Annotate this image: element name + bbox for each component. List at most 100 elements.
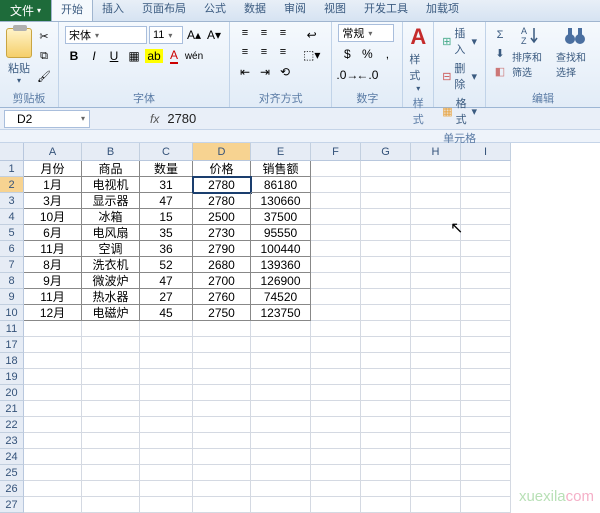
cell-H10[interactable] (411, 305, 461, 321)
cell-C9[interactable]: 27 (140, 289, 193, 305)
row-header[interactable]: 25 (0, 465, 24, 481)
cell-A7[interactable]: 8月 (24, 257, 82, 273)
cell-D19[interactable] (193, 369, 251, 385)
cell-A20[interactable] (24, 385, 82, 401)
column-header-A[interactable]: A (24, 143, 82, 161)
cell-A25[interactable] (24, 465, 82, 481)
clear-icon[interactable]: ◧ (492, 63, 508, 79)
increase-font-icon[interactable]: A▴ (185, 26, 203, 44)
cell-E3[interactable]: 130660 (251, 193, 311, 209)
cell-D25[interactable] (193, 465, 251, 481)
cell-D9[interactable]: 2760 (193, 289, 251, 305)
phonetic-button[interactable]: wén (185, 47, 203, 65)
cell-E20[interactable] (251, 385, 311, 401)
cell-D21[interactable] (193, 401, 251, 417)
cell-H3[interactable] (411, 193, 461, 209)
cell-A18[interactable] (24, 353, 82, 369)
cell-E27[interactable] (251, 497, 311, 513)
cell-I21[interactable] (461, 401, 511, 417)
paste-button[interactable]: 粘贴 ▾ (6, 24, 32, 85)
wrap-text-button[interactable]: ↩ (298, 26, 325, 44)
cell-F23[interactable] (311, 433, 361, 449)
cell-B20[interactable] (82, 385, 140, 401)
cell-D11[interactable] (193, 321, 251, 337)
cell-E26[interactable] (251, 481, 311, 497)
row-header[interactable]: 24 (0, 449, 24, 465)
currency-icon[interactable]: $ (338, 45, 356, 63)
cell-I22[interactable] (461, 417, 511, 433)
align-right-icon[interactable]: ≡ (274, 43, 292, 61)
cell-C19[interactable] (140, 369, 193, 385)
cell-H21[interactable] (411, 401, 461, 417)
cell-H18[interactable] (411, 353, 461, 369)
cell-C8[interactable]: 47 (140, 273, 193, 289)
cell-C22[interactable] (140, 417, 193, 433)
cell-H5[interactable] (411, 225, 461, 241)
cell-H11[interactable] (411, 321, 461, 337)
copy-icon[interactable]: ⧉ (36, 48, 52, 64)
autosum-icon[interactable]: Σ (492, 27, 508, 43)
cell-I27[interactable] (461, 497, 511, 513)
orientation-icon[interactable]: ⟲ (276, 63, 294, 81)
row-header[interactable]: 11 (0, 321, 24, 337)
decrease-indent-icon[interactable]: ⇤ (236, 63, 254, 81)
cell-A22[interactable] (24, 417, 82, 433)
fill-color-button[interactable]: ab (145, 47, 163, 65)
cell-A17[interactable] (24, 337, 82, 353)
border-button[interactable]: ▦ (125, 47, 143, 65)
cell-G24[interactable] (361, 449, 411, 465)
font-size-combo[interactable]: 11▾ (149, 26, 183, 44)
cell-H6[interactable] (411, 241, 461, 257)
cell-B4[interactable]: 冰箱 (82, 209, 140, 225)
cell-H8[interactable] (411, 273, 461, 289)
cell-F18[interactable] (311, 353, 361, 369)
tab-审阅[interactable]: 审阅 (275, 0, 315, 21)
row-header[interactable]: 8 (0, 273, 24, 289)
cell-D17[interactable] (193, 337, 251, 353)
format-cells-button[interactable]: ▦格式 ▾ (440, 94, 479, 128)
cell-A3[interactable]: 3月 (24, 193, 82, 209)
cell-I8[interactable] (461, 273, 511, 289)
cell-E6[interactable]: 100440 (251, 241, 311, 257)
cell-D10[interactable]: 2750 (193, 305, 251, 321)
font-color-button[interactable]: A (165, 47, 183, 65)
cell-A24[interactable] (24, 449, 82, 465)
italic-button[interactable]: I (85, 47, 103, 65)
cell-G18[interactable] (361, 353, 411, 369)
cell-G23[interactable] (361, 433, 411, 449)
cell-B24[interactable] (82, 449, 140, 465)
cell-C18[interactable] (140, 353, 193, 369)
cut-icon[interactable]: ✂ (36, 28, 52, 44)
cell-I2[interactable] (461, 177, 511, 193)
select-all-corner[interactable] (0, 143, 24, 161)
cell-F22[interactable] (311, 417, 361, 433)
font-name-combo[interactable]: 宋体▾ (65, 26, 147, 44)
decrease-font-icon[interactable]: A▾ (205, 26, 223, 44)
align-center-icon[interactable]: ≡ (255, 43, 273, 61)
cell-H26[interactable] (411, 481, 461, 497)
cell-B9[interactable]: 热水器 (82, 289, 140, 305)
cell-D20[interactable] (193, 385, 251, 401)
cell-F21[interactable] (311, 401, 361, 417)
cell-A1[interactable]: 月份 (24, 161, 82, 177)
cell-G4[interactable] (361, 209, 411, 225)
cell-D4[interactable]: 2500 (193, 209, 251, 225)
row-header[interactable]: 2 (0, 177, 24, 193)
tab-视图[interactable]: 视图 (315, 0, 355, 21)
cell-C17[interactable] (140, 337, 193, 353)
cell-D24[interactable] (193, 449, 251, 465)
cell-H22[interactable] (411, 417, 461, 433)
align-top-icon[interactable]: ≡ (236, 24, 254, 42)
row-header[interactable]: 9 (0, 289, 24, 305)
cell-A9[interactable]: 11月 (24, 289, 82, 305)
cell-H27[interactable] (411, 497, 461, 513)
cell-G2[interactable] (361, 177, 411, 193)
cell-I3[interactable] (461, 193, 511, 209)
cell-A19[interactable] (24, 369, 82, 385)
cell-B8[interactable]: 微波炉 (82, 273, 140, 289)
cell-A5[interactable]: 6月 (24, 225, 82, 241)
cell-G20[interactable] (361, 385, 411, 401)
cell-D7[interactable]: 2680 (193, 257, 251, 273)
cell-E1[interactable]: 销售额 (251, 161, 311, 177)
row-header[interactable]: 5 (0, 225, 24, 241)
